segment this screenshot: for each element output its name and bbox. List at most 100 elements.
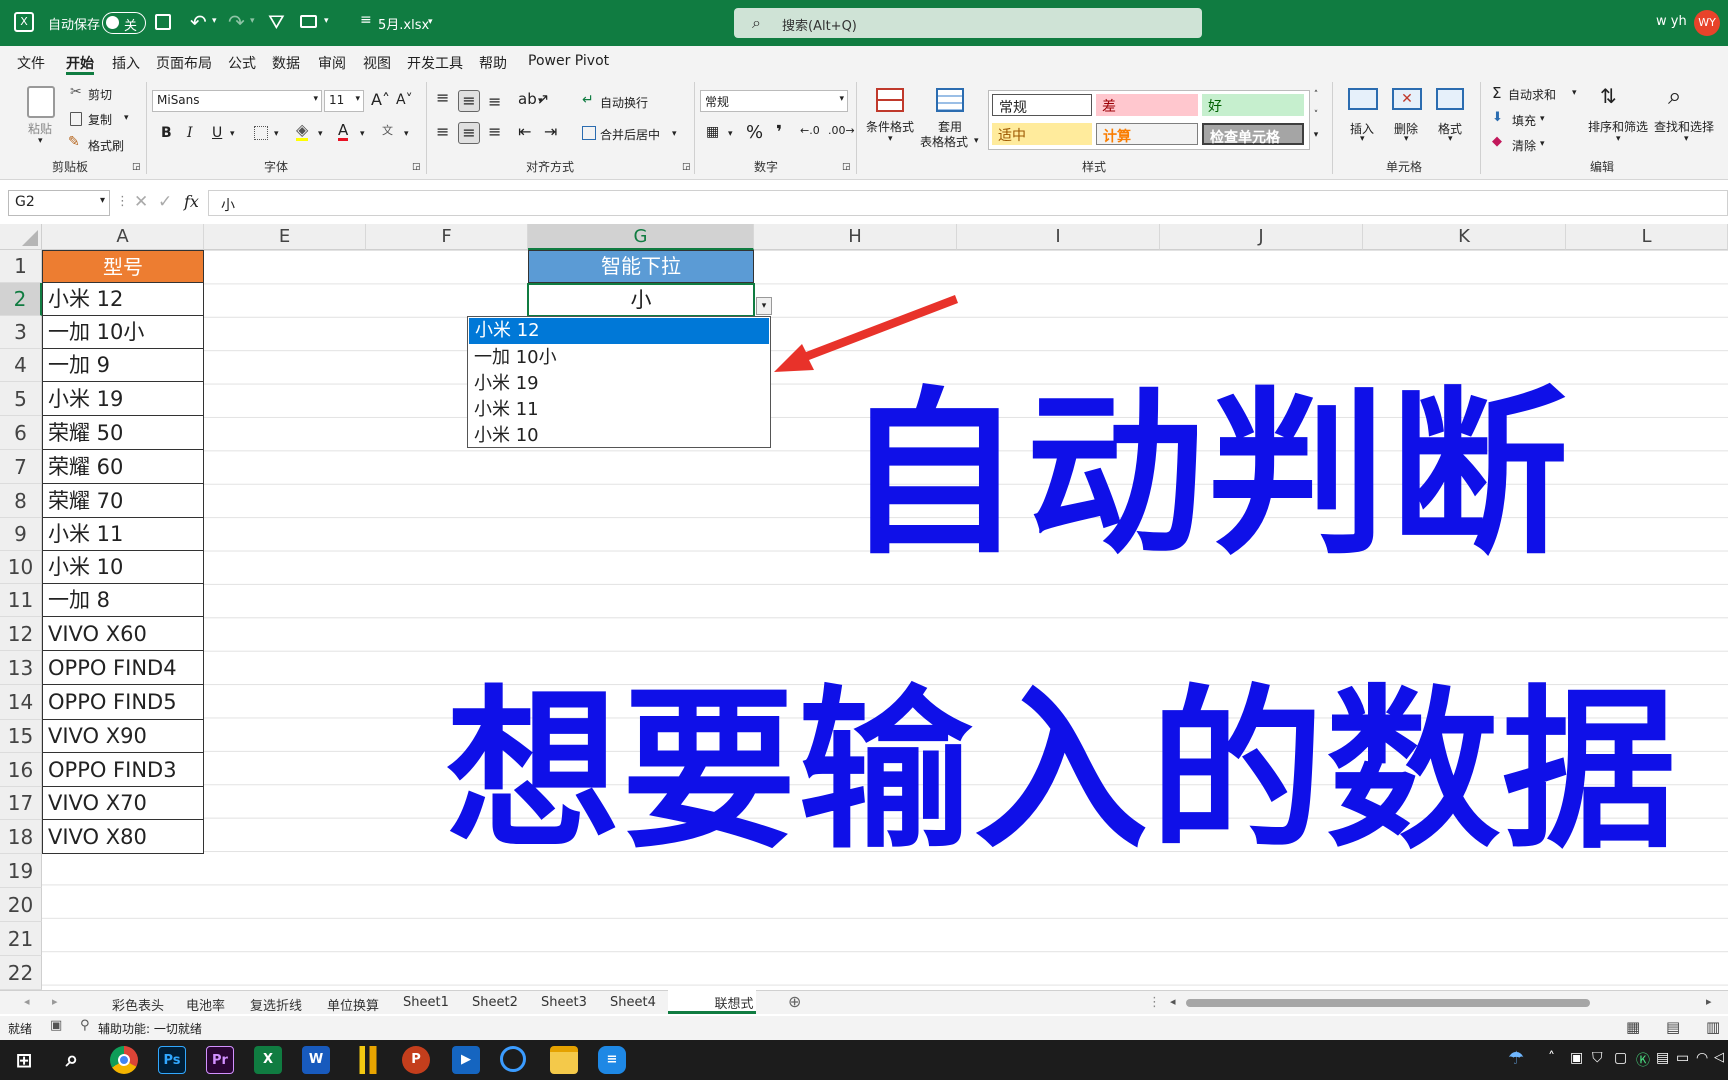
page-layout-view-icon[interactable]: ▤ [1666, 1018, 1680, 1036]
table-row[interactable]: 小米 12 [42, 283, 204, 316]
undo-icon[interactable]: ↶ [190, 10, 207, 34]
tray-app-icon[interactable]: ▣ [1570, 1050, 1583, 1066]
align-center-icon[interactable]: ≡ [458, 122, 480, 144]
cut-button[interactable]: 剪切 [88, 86, 112, 103]
tab-help[interactable]: 帮助 [479, 53, 507, 73]
powerpoint-icon[interactable]: P [402, 1046, 430, 1074]
paste-button[interactable]: 粘贴 [28, 120, 52, 137]
tab-power-pivot[interactable]: Power Pivot [528, 53, 609, 69]
status-accessibility[interactable]: 辅助功能: 一切就绪 [98, 1020, 202, 1037]
chrome-icon[interactable] [110, 1046, 138, 1074]
header-cell-model[interactable]: 型号 [42, 250, 204, 283]
chevron-down-icon[interactable]: ▾ [38, 136, 43, 146]
table-row[interactable]: 小米 10 [42, 551, 204, 584]
sheet-tab[interactable]: 复选折线 [250, 995, 302, 1014]
sheet-prev-icon[interactable]: ◂ [24, 995, 30, 1008]
autosum-button[interactable]: 自动求和 [1508, 86, 1556, 103]
conditional-format-button[interactable]: 条件格式 [866, 118, 914, 135]
autosave-toggle[interactable]: 关 [102, 12, 146, 34]
decrease-decimal-icon[interactable]: .00→ [828, 124, 855, 137]
chevron-down-icon[interactable]: ▾ [1684, 134, 1689, 144]
chevron-down-icon[interactable]: ▾ [1360, 134, 1365, 144]
table-row[interactable]: OPPO FIND3 [42, 753, 204, 787]
premiere-icon[interactable]: Pr [206, 1046, 234, 1074]
wrap-text-button[interactable]: 自动换行 [600, 94, 648, 111]
chevron-down-icon[interactable]: ▾ [1448, 134, 1453, 144]
row-header[interactable]: 20 [0, 888, 42, 922]
merge-center-button[interactable]: 合并后居中 [600, 126, 660, 143]
page-break-view-icon[interactable]: ▥ [1706, 1018, 1720, 1036]
format-as-table-label-2[interactable]: 表格格式 [920, 133, 968, 150]
align-bottom-icon[interactable]: ≡ [488, 92, 501, 111]
app-q-icon[interactable] [500, 1046, 526, 1072]
gallery-more-icon[interactable]: ▾ [1308, 130, 1324, 150]
select-all-corner[interactable] [0, 224, 42, 250]
dialog-launcher-icon[interactable]: ◲ [842, 162, 851, 172]
row-header[interactable]: 19 [0, 854, 42, 888]
search-box[interactable]: ⌕ 搜索(Alt+Q) [734, 8, 1202, 38]
column-header-i[interactable]: I [957, 224, 1160, 250]
sheet-next-icon[interactable]: ▸ [52, 995, 58, 1008]
paste-icon[interactable] [27, 86, 55, 118]
photoshop-icon[interactable]: Ps [158, 1046, 186, 1074]
align-middle-icon[interactable]: ≡ [458, 90, 480, 112]
sheet-tab[interactable]: Sheet1 [403, 995, 449, 1010]
style-neutral[interactable]: 适中 [992, 123, 1092, 145]
row-header[interactable]: 5 [0, 382, 42, 416]
camera-icon[interactable] [300, 15, 317, 28]
scroll-right-icon[interactable]: ▸ [1706, 995, 1712, 1008]
dropdown-option[interactable]: 小米 10 [468, 423, 770, 449]
orientation-icon[interactable]: ab↗ [518, 90, 549, 108]
decrease-indent-icon[interactable]: ⇤ [518, 122, 531, 141]
table-row[interactable]: 荣耀 60 [42, 450, 204, 484]
word-icon[interactable]: W [302, 1046, 330, 1074]
table-row[interactable]: OPPO FIND5 [42, 685, 204, 720]
align-top-icon[interactable]: ≡ [436, 88, 449, 107]
search-icon[interactable]: ⌕ [58, 1046, 86, 1074]
font-size-select[interactable]: 11 ▾ [324, 90, 364, 112]
volume-icon[interactable]: ◁ [1714, 1050, 1724, 1065]
sheet-tab[interactable]: 彩色表头 [112, 995, 164, 1014]
row-header[interactable]: 7 [0, 450, 42, 484]
align-right-icon[interactable]: ≡ [488, 122, 501, 141]
chevron-down-icon[interactable]: ▾ [274, 129, 279, 139]
power-bi-icon[interactable] [354, 1046, 382, 1074]
windows-start-icon[interactable]: ⊞ [10, 1046, 38, 1074]
chevron-down-icon[interactable]: ▾ [538, 96, 543, 106]
chevron-down-icon[interactable]: ▾ [124, 113, 129, 123]
chevron-down-icon[interactable]: ▾ [250, 16, 255, 26]
sheet-tab[interactable]: Sheet3 [541, 995, 587, 1010]
chevron-down-icon[interactable]: ▾ [888, 134, 893, 144]
comma-style-button[interactable]: ❜ [776, 122, 782, 143]
sheet-tab[interactable]: 单位换算 [327, 995, 379, 1014]
row-header[interactable]: 18 [0, 820, 42, 854]
file-name[interactable]: 5月.xlsx [378, 14, 429, 33]
avatar[interactable]: WY [1694, 10, 1720, 36]
weather-icon[interactable]: ☂ [1508, 1048, 1524, 1069]
row-header[interactable]: 10 [0, 551, 42, 584]
row-header[interactable]: 8 [0, 484, 42, 518]
style-normal[interactable]: 常规 [992, 94, 1092, 116]
font-color-icon[interactable]: A [338, 122, 349, 141]
table-row[interactable]: VIVO X90 [42, 720, 204, 753]
name-box[interactable]: G2 ▾ [8, 190, 110, 216]
gallery-scroll-up-icon[interactable]: ˄ [1308, 90, 1324, 110]
tray-chevron-up-icon[interactable]: ˄ [1548, 1050, 1555, 1066]
tray-box-icon[interactable]: ▤ [1656, 1050, 1669, 1066]
chevron-down-icon[interactable]: ▾ [318, 129, 323, 139]
accounting-format-icon[interactable]: ▦ [706, 124, 719, 140]
tab-developer[interactable]: 开发工具 [407, 53, 463, 73]
app-store-icon[interactable]: ≡ [598, 1046, 626, 1074]
fill-color-icon[interactable]: ◈ [296, 122, 309, 141]
align-left-icon[interactable]: ≡ [436, 122, 449, 141]
tab-file[interactable]: 文件 [17, 53, 45, 73]
tab-formulas[interactable]: 公式 [228, 53, 256, 73]
chevron-down-icon[interactable]: ▾ [1404, 134, 1409, 144]
row-header[interactable]: 15 [0, 720, 42, 753]
row-header[interactable]: 11 [0, 584, 42, 617]
chevron-down-icon[interactable]: ▾ [428, 17, 433, 27]
font-name-select[interactable]: MiSans ▾ [152, 90, 322, 112]
column-header-e[interactable]: E [204, 224, 366, 250]
insert-function-button[interactable]: fx [184, 192, 199, 211]
clear-button[interactable]: 清除 [1512, 137, 1536, 154]
